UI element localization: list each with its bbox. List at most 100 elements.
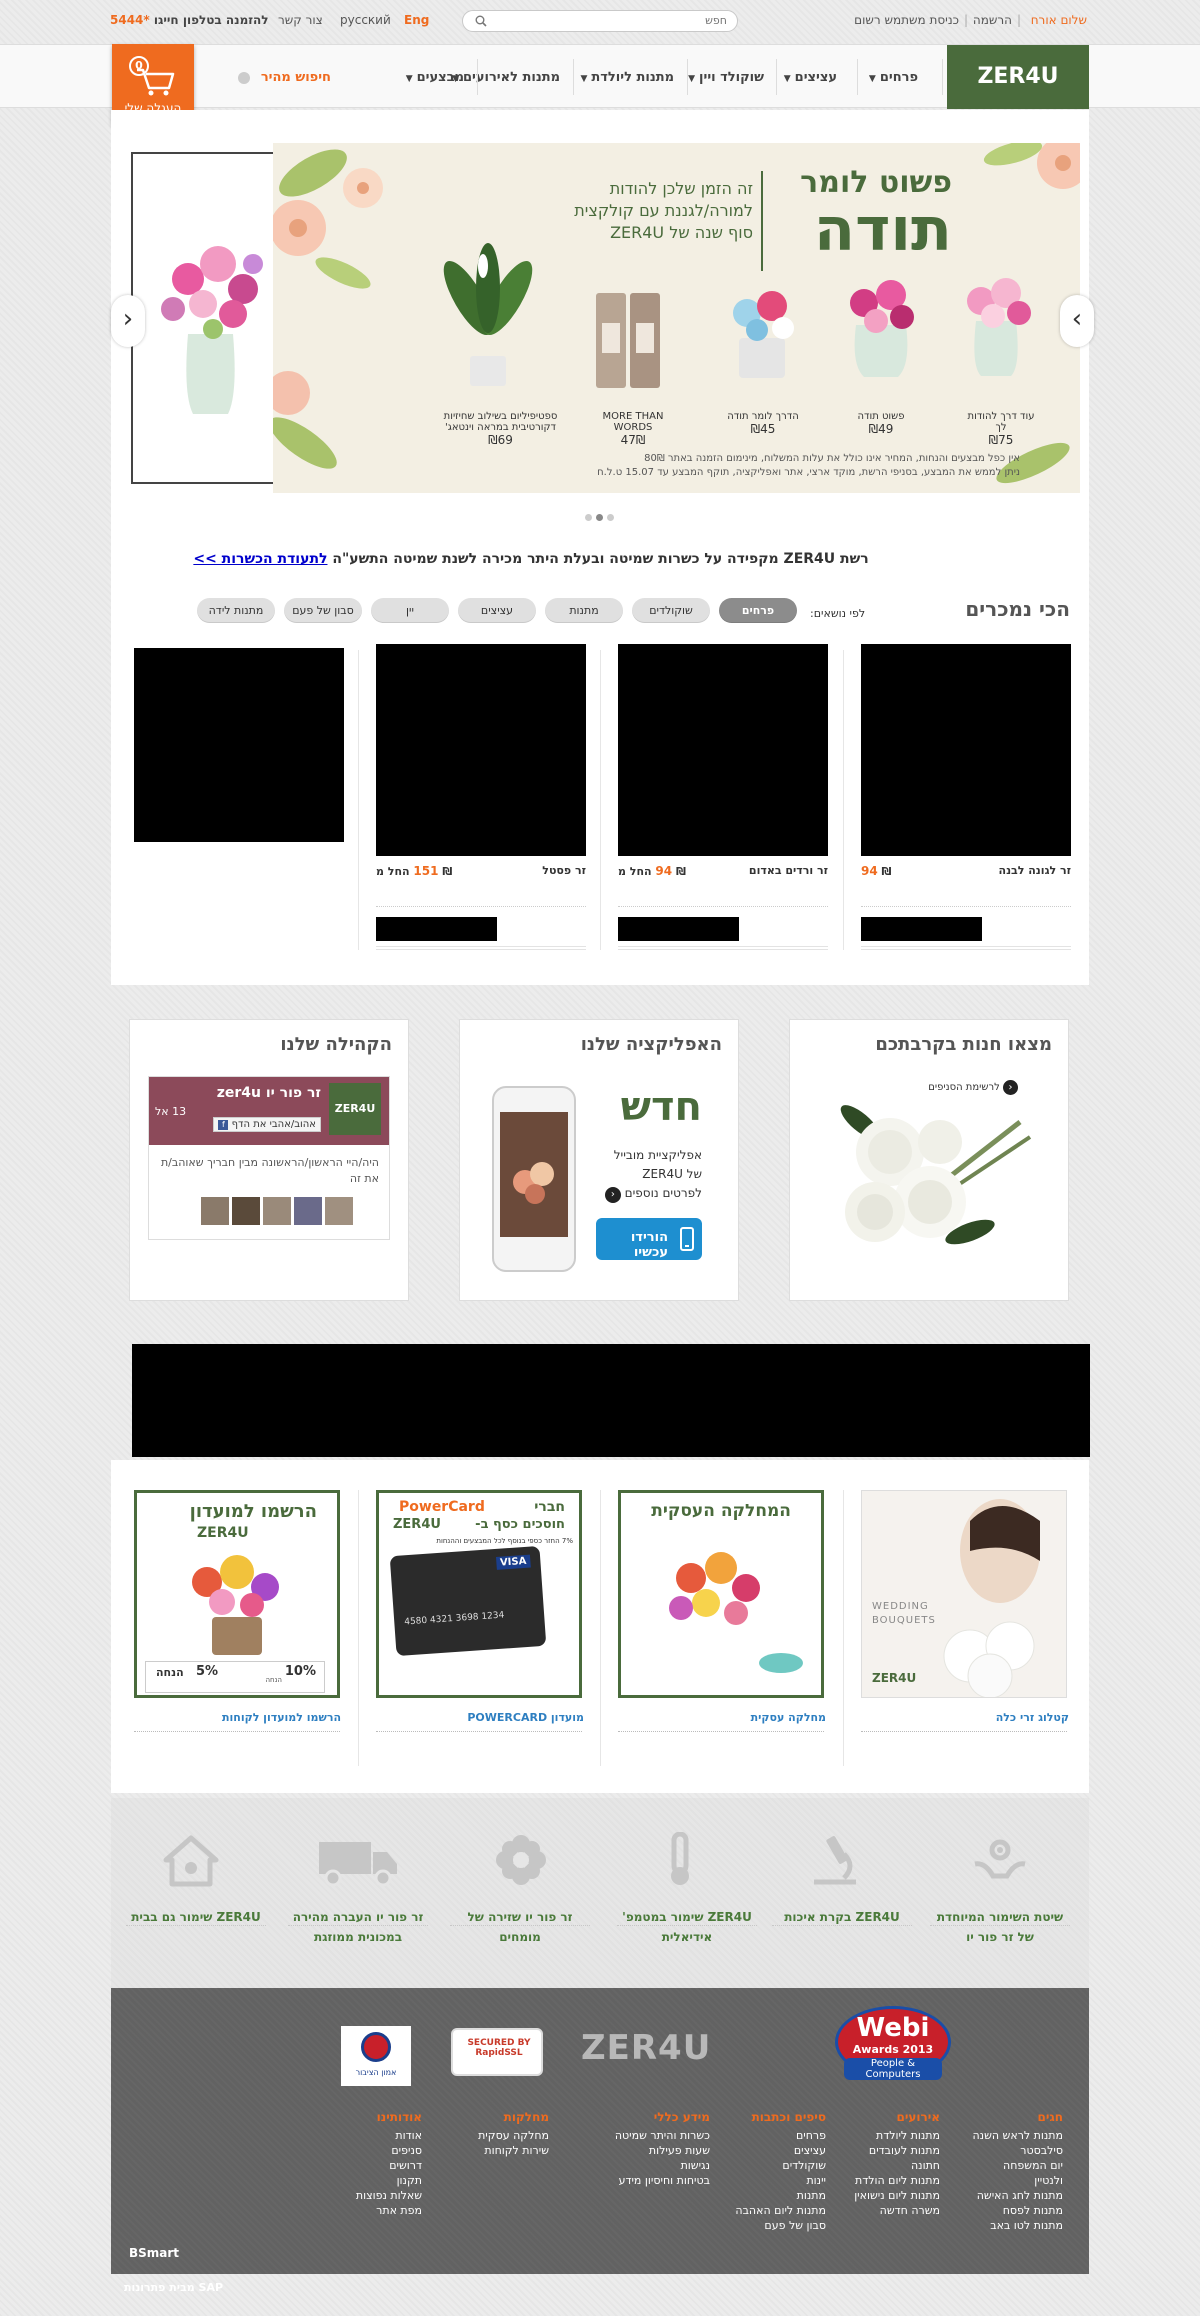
footer-link[interactable]: כשרות והיתר שמיטה — [615, 2128, 710, 2143]
footer-link[interactable]: ולנטיין — [972, 2173, 1063, 2188]
slider-dot[interactable] — [607, 514, 614, 521]
webi-awards-badge[interactable]: Webi Awards 2013 People & Computers — [835, 2006, 951, 2080]
promo-label[interactable]: הרשמו למועדון לקוחות — [222, 1711, 341, 1724]
footer-link[interactable]: עציצים — [735, 2143, 826, 2158]
kashrut-certificate-link[interactable]: לתעודת הכשרות >> — [193, 551, 327, 567]
contact-link[interactable]: צור קשר — [278, 13, 323, 27]
nav-item-sales[interactable]: מבצעים▼ — [406, 70, 464, 85]
footer-link[interactable]: מפת אתר — [356, 2203, 422, 2218]
promo-label[interactable]: קטלוג זרי כלה — [996, 1711, 1069, 1724]
footer-link[interactable]: מתנות ליום הולדת — [854, 2173, 940, 2188]
public-trust-badge[interactable]: אמון הציבור — [341, 2026, 411, 2086]
footer-link[interactable]: סניפים — [356, 2143, 422, 2158]
currency-symbol: ₪ — [635, 433, 646, 447]
filter-pill-chocolates[interactable]: שוקולדים — [632, 598, 710, 623]
footer-link[interactable]: שעות פעילות — [615, 2143, 710, 2158]
chevron-left-icon[interactable]: ‹ — [604, 1187, 621, 1203]
add-to-cart-button[interactable] — [618, 917, 739, 941]
lang-en-link[interactable]: Eng — [404, 13, 429, 27]
footer-link[interactable]: אודות — [356, 2128, 422, 2143]
nav-item-plants[interactable]: עציצים▼ — [784, 70, 837, 85]
footer-link[interactable]: שירות לקוחות — [478, 2143, 549, 2158]
filter-pill-baby-gifts[interactable]: מתנות לידה — [197, 598, 275, 623]
filter-pill-gifts[interactable]: מתנות — [545, 598, 623, 623]
app-more-link[interactable]: לפרטים נוספים — [625, 1186, 702, 1200]
hero-banner[interactable]: פשוט לומר תודה זה הזמן שלכן להודות למורה… — [273, 143, 1080, 493]
nav-item-chocolate-wine[interactable]: שוקולד ויין▼ — [688, 70, 764, 85]
nav-item-event-gifts[interactable]: מתנות לאירועים▼ — [452, 70, 560, 85]
avatar[interactable] — [263, 1197, 291, 1225]
slider-dot[interactable] — [596, 514, 603, 521]
footer-link[interactable]: מתנות ליולדת — [854, 2128, 940, 2143]
add-to-cart-button[interactable] — [861, 917, 982, 941]
rapidssl-badge[interactable]: SECURED BY RapidSSL — [451, 2028, 543, 2076]
credit-text[interactable]: SAP מבית פתרונות — [124, 2281, 223, 2294]
promo-label[interactable]: מועדון POWERCARD — [467, 1711, 584, 1724]
register-link[interactable]: הרשמה — [973, 13, 1012, 27]
footer-link[interactable]: סבון של פעם — [735, 2218, 826, 2233]
banner-item-name: ספטיפיליום בשילוב שחיזיות דקורטיבית במרא… — [443, 411, 558, 433]
footer-link[interactable]: מתנות לחג האישה — [972, 2188, 1063, 2203]
nav-item-baby-gifts[interactable]: מתנות ליולדת▼ — [580, 70, 674, 85]
quick-search-link[interactable]: חיפוש מהיר — [238, 70, 331, 85]
footer-link[interactable]: מתנות לפסח — [972, 2203, 1063, 2218]
footer-link[interactable]: מתנות ליום נישואין — [854, 2188, 940, 2203]
footer-link[interactable]: מתנות ליום האהבה — [735, 2203, 826, 2218]
footer-link[interactable]: מתנות לטו באב — [972, 2218, 1063, 2233]
bsmart-logo[interactable]: BSmart — [129, 2246, 179, 2260]
ad-banner[interactable] — [132, 1344, 1090, 1457]
footer-link[interactable]: שוקולדים — [735, 2158, 826, 2173]
promo-powercard-image[interactable]: PowerCard חברי חוסכים כסף ב- ZER4U 7% הח… — [376, 1490, 582, 1698]
add-to-cart-button[interactable] — [376, 917, 497, 941]
promo-business-image[interactable]: המחלקה העסקית BUSINESS ZER4U — [618, 1490, 824, 1698]
footer-link[interactable]: נגישות — [615, 2158, 710, 2173]
promo-club-image[interactable]: הרשמו למועדון ZER4U 10% הנחה 5% הנחה — [134, 1490, 340, 1698]
footer-col-title: חגים — [1037, 2110, 1064, 2124]
avatar[interactable] — [201, 1197, 229, 1225]
promo-label[interactable]: מחלקה עסקית — [751, 1711, 826, 1724]
site-logo[interactable]: ZER4U — [947, 45, 1089, 109]
lang-ru-link[interactable]: русский — [340, 13, 391, 27]
filter-pill-flowers[interactable]: פרחים — [719, 598, 797, 623]
footer-link[interactable]: שאלות נפוצות — [356, 2188, 422, 2203]
slider-next-arrow[interactable]: › — [1060, 295, 1094, 347]
footer-link[interactable]: יום המשפחה — [972, 2158, 1063, 2173]
footer-link[interactable]: חתונה — [854, 2158, 940, 2173]
login-link[interactable]: כניסת משתמש רשום — [854, 13, 959, 27]
product-image[interactable] — [134, 648, 344, 842]
slider-dot[interactable] — [585, 514, 592, 521]
search-icon[interactable] — [475, 15, 487, 27]
avatar[interactable] — [294, 1197, 322, 1225]
footer-link[interactable]: פרחים — [735, 2128, 826, 2143]
product-name[interactable]: זר פסטל — [542, 864, 586, 877]
promo-wedding-image[interactable]: WEDDING BOUQUETS ZER4U — [861, 1490, 1067, 1698]
footer-link[interactable]: דרושים — [356, 2158, 422, 2173]
avatar[interactable] — [325, 1197, 353, 1225]
product-image[interactable] — [376, 644, 586, 856]
footer-logo[interactable]: ZER4U — [581, 2028, 711, 2068]
product-image[interactable] — [618, 644, 828, 856]
product-image[interactable] — [861, 644, 1071, 856]
footer-link[interactable]: מחלקה עסקית — [478, 2128, 549, 2143]
app-download-button[interactable]: הורידו עכשיו — [596, 1218, 702, 1260]
facebook-like-button[interactable]: אהוב/אהבי את הדף f — [213, 1117, 321, 1132]
greeting-link[interactable]: שלום אורח — [1031, 13, 1087, 27]
footer-link[interactable]: משרה חדשה — [854, 2203, 940, 2218]
footer-link[interactable]: תקנון — [356, 2173, 422, 2188]
footer-link[interactable]: סילבסטר — [972, 2143, 1063, 2158]
footer-link[interactable]: יינות — [735, 2173, 826, 2188]
avatar[interactable] — [232, 1197, 260, 1225]
product-name[interactable]: זר לגונה לבנה — [999, 864, 1071, 877]
filter-pill-soap[interactable]: סבון של פעם — [284, 598, 362, 623]
nav-item-flowers[interactable]: פרחים▼ — [869, 70, 918, 85]
product-name[interactable]: זר ורדים באדום — [749, 864, 828, 877]
filter-pill-wine[interactable]: יין — [371, 598, 449, 623]
footer-link[interactable]: מתנות לראש השנה — [972, 2128, 1063, 2143]
search-input[interactable] — [507, 14, 727, 27]
filter-pill-plants[interactable]: עציצים — [458, 598, 536, 623]
divider — [930, 1925, 1070, 1926]
slider-prev-arrow[interactable]: ‹ — [111, 295, 145, 347]
footer-link[interactable]: מתנות — [735, 2188, 826, 2203]
footer-link[interactable]: מתנות לעובדים — [854, 2143, 940, 2158]
footer-link[interactable]: בטיחות וחיסיון מידע — [615, 2173, 710, 2188]
